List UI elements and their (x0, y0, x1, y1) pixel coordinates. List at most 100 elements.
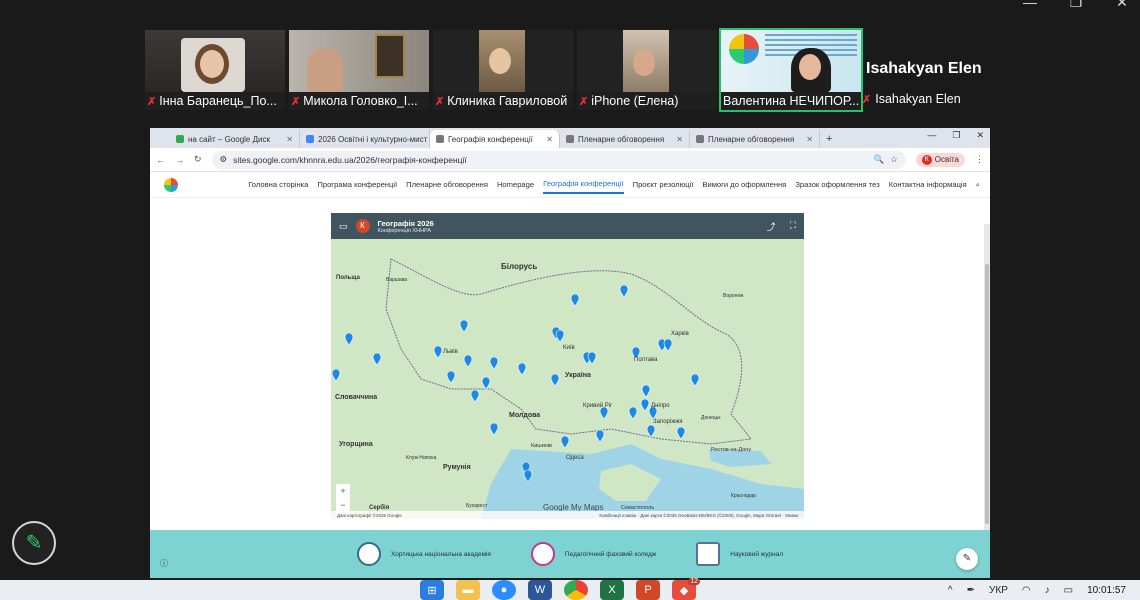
browser-tab[interactable]: 2026 Освітні і культурно-мист✕ (300, 130, 430, 148)
chrome-icon[interactable] (564, 580, 588, 600)
zoom-in-button[interactable]: + (336, 484, 350, 498)
wifi-icon[interactable]: ◠ (1022, 585, 1031, 596)
nav-item-plenary[interactable]: Пленарне обговорення (406, 176, 488, 193)
back-icon[interactable]: ← (156, 155, 165, 165)
map-label-ukraine: Україна (565, 372, 591, 379)
edit-pencil-button[interactable]: ✎ (956, 548, 978, 570)
mic-muted-icon: ✗ (579, 95, 589, 108)
clock[interactable]: 10:01:57 (1087, 585, 1126, 596)
map-label-dnipro: Дніпро (651, 403, 670, 409)
map-canvas[interactable]: Білорусь Польща Україна Молдова Румунія Угорщ… (331, 239, 804, 519)
map-label-kyiv: Київ (563, 345, 575, 351)
close-tab-icon[interactable]: ✕ (806, 135, 813, 144)
nav-item-requirements[interactable]: Вимоги до оформлення (702, 176, 786, 193)
zoom-icon[interactable]: 🔍 (874, 154, 885, 165)
word-icon[interactable]: W (528, 580, 552, 600)
close-button[interactable]: ✕ (1114, 0, 1130, 11)
browser-tab[interactable]: Пленарне обговорення ✕ (560, 130, 690, 148)
scrollbar-thumb[interactable] (985, 264, 989, 524)
self-tile-name[interactable]: ✗ Isahakyan Elen (862, 92, 961, 106)
participant-tile[interactable]: ✗ Клиника Гавриловой (433, 30, 573, 110)
map-label-poland: Польща (336, 275, 360, 281)
share-icon[interactable]: ⤴ (767, 220, 776, 233)
map-label-kharkiv: Харків (671, 331, 689, 337)
windows-start-icon[interactable]: ⊞ (420, 580, 444, 600)
map-label-donetsk: Донецьк (701, 415, 721, 421)
search-icon[interactable]: ⌕ (976, 176, 980, 194)
zoom-out-button[interactable]: − (336, 498, 350, 512)
zoom-controls[interactable]: + − (336, 484, 350, 514)
footer-link[interactable]: Педагогічний фаховий коледж (530, 542, 656, 566)
nav-item-geography[interactable]: Географія конференції (543, 175, 624, 194)
close-tab-icon[interactable]: ✕ (546, 135, 553, 144)
info-icon[interactable]: ⓘ (160, 558, 168, 569)
new-tab-button[interactable]: + (820, 130, 838, 148)
fullscreen-icon[interactable]: ⛶ (790, 220, 796, 233)
language-indicator[interactable]: УКР (989, 585, 1008, 596)
footer-link[interactable]: Науковий журнал (696, 542, 783, 566)
site-navigation: Головна сторінка Програма конференції Пл… (150, 172, 990, 198)
powerpoint-icon[interactable]: P (636, 580, 660, 600)
map-label-poltava: Полтава (634, 357, 658, 363)
participant-tile[interactable]: ✗ Микола Головко_І... (289, 30, 429, 110)
nav-item-sample[interactable]: Зразок оформлення тез (795, 176, 879, 193)
google-my-map-embed[interactable]: ▭ К Географія 2026 Конференція ХННРА ⤴ ⛶ (331, 213, 804, 519)
browser-window-controls: — ❐ ✕ (927, 130, 984, 141)
volume-icon[interactable]: ♪ (1045, 585, 1050, 596)
nav-item-program[interactable]: Програма конференції (317, 176, 397, 193)
footer-link[interactable]: Хортицька національна академія (357, 542, 491, 566)
site-info-icon[interactable]: ⚙ (220, 154, 228, 165)
map-label-cluj: Клуж-Напока (406, 455, 437, 461)
browser-tab-active[interactable]: Географія конференції ✕ (430, 130, 560, 148)
site-logo-icon[interactable] (164, 178, 178, 192)
participant-name: ✗ iPhone (Елена) (579, 94, 679, 108)
browser-tab[interactable]: на сайт – Google Диск ✕ (170, 130, 300, 148)
map-label-odesa: Одеса (566, 455, 584, 461)
minimize-icon[interactable]: — (927, 130, 936, 141)
participant-tile[interactable]: ✗ Інна Баранець_По... (145, 30, 285, 110)
calendar-icon (306, 135, 314, 143)
excel-icon[interactable]: X (600, 580, 624, 600)
restore-button[interactable]: ❐ (1068, 0, 1084, 11)
pen-icon[interactable]: ✒ (967, 585, 975, 596)
map-label-rostov: Ростов-на-Дону (711, 447, 751, 453)
nav-item-homepage[interactable]: Homepage (497, 176, 534, 193)
taskbar-apps: ⊞ ▬ ● W X P ◆ 12 (420, 578, 700, 600)
participant-tile-active-speaker[interactable]: Валентина НЕЧИПОР... (719, 28, 863, 112)
sites-icon (436, 135, 444, 143)
close-tab-icon[interactable]: ✕ (286, 135, 293, 144)
map-label-chisinau: Кишинів (531, 443, 552, 449)
nav-item-contacts[interactable]: Контактна інформація (889, 176, 967, 193)
participant-name: ✗ Клиника Гавриловой (435, 94, 568, 108)
participant-strip: ✗ Інна Баранець_По... ✗ Микола Головко_І..… (145, 28, 863, 112)
close-tab-icon[interactable]: ✕ (676, 135, 683, 144)
reload-icon[interactable]: ↻ (194, 154, 202, 165)
college-logo-icon (530, 542, 555, 566)
map-label-warsaw: Варшава (386, 277, 407, 283)
participant-tile[interactable]: ✗ iPhone (Елена) (577, 30, 717, 110)
url-field[interactable]: ⚙ sites.google.com/khnnra.edu.ua/2026/ге… (211, 150, 906, 169)
participant-video (145, 30, 285, 92)
map-label-serbia: Сербія (369, 504, 390, 511)
profile-chip[interactable]: К Освіта (915, 152, 965, 167)
file-explorer-icon[interactable]: ▬ (456, 580, 480, 600)
journal-logo-icon (696, 542, 721, 566)
annotate-pen-button[interactable]: ✎ (12, 521, 56, 565)
menu-kebab-icon[interactable]: ⋮ (975, 154, 984, 165)
nav-item-home[interactable]: Головна сторінка (248, 176, 308, 193)
zoom-app-icon[interactable]: ● (492, 580, 516, 600)
browser-tab[interactable]: Пленарне обговорення ✕ (690, 130, 820, 148)
chevron-up-icon[interactable]: ^ (948, 585, 953, 596)
restore-icon[interactable]: ❐ (952, 130, 960, 141)
battery-icon[interactable]: ▭ (1064, 585, 1073, 596)
close-icon[interactable]: ✕ (976, 130, 984, 141)
sidebar-toggle-icon[interactable]: ▭ (339, 221, 348, 232)
shared-screen: на сайт – Google Диск ✕ 2026 Освітні і ку… (150, 128, 990, 578)
bookmark-star-icon[interactable]: ☆ (890, 154, 898, 165)
map-subtitle: Конференція ХННРА (377, 227, 432, 234)
page-scrollbar[interactable] (984, 224, 990, 578)
nav-item-resolution[interactable]: Проєкт резолюції (633, 176, 694, 193)
minimize-button[interactable]: — (1022, 0, 1038, 11)
forward-icon[interactable]: → (175, 155, 184, 165)
app-with-badge-icon[interactable]: ◆ 12 (672, 578, 700, 600)
